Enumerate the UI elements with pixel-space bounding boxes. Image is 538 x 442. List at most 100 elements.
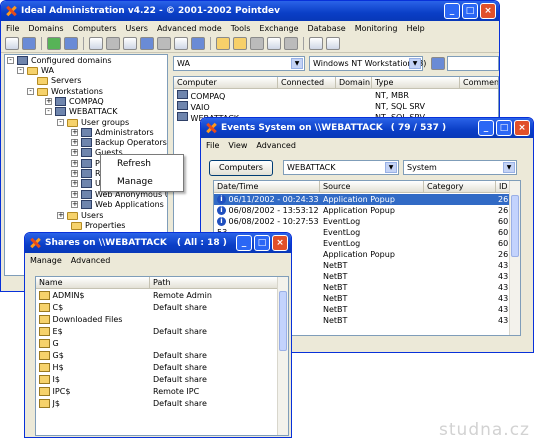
toolbar-save-icon[interactable] [267,37,281,50]
events-titlebar[interactable]: Events System on \\WEBATTACK ( 79 / 537 … [201,118,533,138]
computer-combo[interactable]: WEBATTACK ▼ [283,160,399,175]
tree-item-web-applications[interactable]: + Web Applications [71,200,164,209]
toolbar-monitor-icon[interactable] [140,37,154,50]
toolbar-shares-icon[interactable] [123,37,137,50]
tree-item-administrators[interactable]: + Administrators [71,128,154,137]
context-menu: Refresh Manage [100,154,184,192]
tree-item-backup-operators[interactable]: + Backup Operators [71,138,167,147]
share-row[interactable]: J$ Default share [36,398,288,409]
menu-view[interactable]: View [228,141,247,150]
share-row[interactable]: ADMIN$ Remote Admin [36,290,288,301]
toolbar-group-icon[interactable] [106,37,120,50]
shares-scrollbar[interactable] [277,277,288,435]
tree-item-properties[interactable]: Properties [71,221,125,230]
shares-titlebar[interactable]: Shares on \\WEBATTACK ( All : 18 ) _ □ × [25,233,291,253]
share-row[interactable]: C$ Default share [36,302,288,313]
table-row[interactable]: VAIO NT, SQL SRV [174,101,498,112]
col-computer[interactable]: Computer [174,77,278,89]
toolbar-services-icon[interactable] [157,37,171,50]
share-row[interactable]: G [36,338,288,349]
menu-advanced[interactable]: Advanced [71,256,111,265]
tree-item-compaq[interactable]: + COMPAQ [45,97,104,106]
toolbar-sessions-icon[interactable] [191,37,205,50]
col-domain[interactable]: Domain [336,77,372,89]
toolbar-print-icon[interactable] [250,37,264,50]
maximize-button[interactable]: □ [496,120,512,136]
toolbar-connect-icon[interactable] [22,37,36,50]
events-scrollbar[interactable] [509,181,520,335]
os-combo[interactable]: Windows NT Workstation (3) ▼ [309,56,426,71]
menu-file[interactable]: File [206,141,219,150]
close-button[interactable]: × [480,3,496,19]
chevron-down-icon: ▼ [291,58,303,69]
col-datetime[interactable]: Date/Time [214,181,320,193]
filter-icon[interactable] [431,57,445,70]
share-folder-icon [39,363,50,372]
menu-database[interactable]: Database [308,24,346,33]
menu-monitoring[interactable]: Monitoring [355,24,398,33]
toolbar-computer-icon[interactable] [64,37,78,50]
share-row[interactable]: G$ Default share [36,350,288,361]
maximize-button[interactable]: □ [462,3,478,19]
toolbar-refresh-icon[interactable] [5,37,19,50]
col-name[interactable]: Name [36,277,150,289]
menu-help[interactable]: Help [406,24,424,33]
menu-advanced-mode[interactable]: Advanced mode [157,24,222,33]
share-row[interactable]: E$ Default share [36,326,288,337]
minimize-button[interactable]: _ [444,3,460,19]
log-combo[interactable]: System ▼ [403,160,517,175]
toolbar-key-icon[interactable] [233,37,247,50]
menu-users[interactable]: Users [126,24,148,33]
share-row[interactable]: I$ Default share [36,374,288,385]
toolbar-events-icon[interactable] [174,37,188,50]
toolbar-tools-icon[interactable] [284,37,298,50]
col-path[interactable]: Path [150,277,278,289]
toolbar-users-icon[interactable] [89,37,103,50]
shares-list[interactable]: Name Path ADMIN$ Remote Admin C$ Default s… [35,276,289,436]
context-manage[interactable]: Manage [101,173,183,191]
menu-manage[interactable]: Manage [30,256,62,265]
col-type[interactable]: Type [372,77,460,89]
tree-item-webattack[interactable]: - WEBATTACK [45,107,117,116]
close-button[interactable]: × [514,120,530,136]
tree-item-user-groups[interactable]: - User groups [57,118,129,127]
menu-exchange[interactable]: Exchange [259,24,298,33]
share-row[interactable]: Downloaded Files [36,314,288,325]
event-row[interactable]: i 06/11/2002 - 00:24:33 Application Popup… [214,194,520,205]
minimize-button[interactable]: _ [478,120,494,136]
toolbar-green-icon[interactable] [47,37,61,50]
context-refresh[interactable]: Refresh [101,155,183,173]
search-combo[interactable] [447,56,499,71]
close-button[interactable]: × [272,235,288,251]
domain-combo[interactable]: WA ▼ [173,56,305,71]
col-connected[interactable]: Connected [278,77,336,89]
computers-button[interactable]: Computers [209,160,273,176]
event-row[interactable]: i 06/08/2002 - 13:53:12 Application Popup… [214,205,520,216]
share-row[interactable]: H$ Default share [36,362,288,373]
share-row[interactable]: IPC$ Remote IPC [36,386,288,397]
toolbar-folder-icon[interactable] [216,37,230,50]
menu-computers[interactable]: Computers [73,24,117,33]
tree-item-servers[interactable]: Servers [37,76,81,85]
maximize-button[interactable]: □ [254,235,270,251]
computer-icon [177,90,188,99]
tree-item-wa[interactable]: - WA [17,66,54,75]
menu-advanced[interactable]: Advanced [256,141,296,150]
col-category[interactable]: Category [424,181,496,193]
tree-item-users[interactable]: + Users [57,211,103,220]
table-row[interactable]: COMPAQ NT, MBR [174,90,498,101]
toolbar-paste-icon[interactable] [326,37,340,50]
menu-tools[interactable]: Tools [231,24,251,33]
col-comment[interactable]: Comment [460,77,498,89]
main-titlebar[interactable]: Ideal Administration v4.22 - © 2001-2002… [1,1,499,21]
tree-item-configured-domains[interactable]: - Configured domains [7,56,112,65]
group-icon [81,128,92,137]
chevron-down-icon: ▼ [385,162,397,173]
col-source[interactable]: Source [320,181,424,193]
toolbar-copy-icon[interactable] [309,37,323,50]
event-row[interactable]: i 06/08/2002 - 10:27:53 EventLog 60 [214,216,520,227]
menu-file[interactable]: File [6,24,19,33]
menu-domains[interactable]: Domains [28,24,63,33]
tree-item-workstations[interactable]: - Workstations [27,87,103,96]
minimize-button[interactable]: _ [236,235,252,251]
